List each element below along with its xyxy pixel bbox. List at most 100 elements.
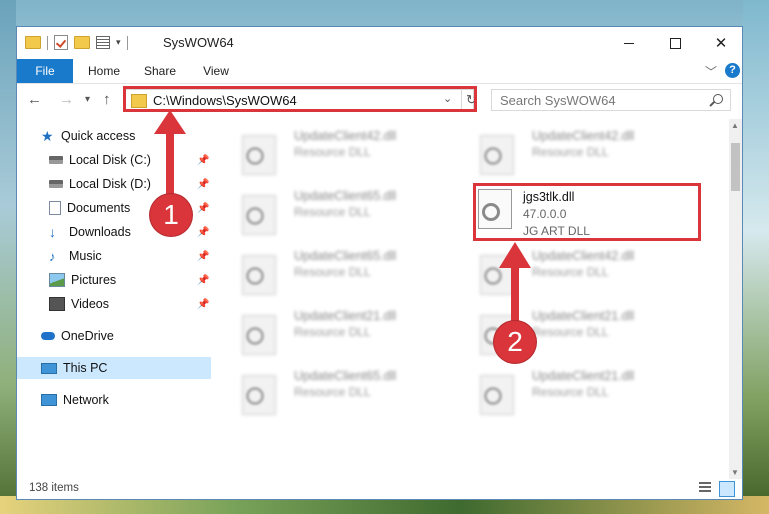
sidebar-item-label: Documents: [67, 201, 131, 215]
properties-check-icon[interactable]: [54, 35, 68, 50]
close-button[interactable]: ✕: [698, 27, 744, 59]
file-item[interactable]: UpdateClient65.dll Resource DLL: [232, 245, 442, 295]
minimize-button[interactable]: [606, 27, 652, 59]
tab-file[interactable]: File: [17, 59, 73, 83]
sidebar-item-label: Quick access: [61, 129, 136, 143]
videos-icon: [49, 297, 65, 311]
window-title: SysWOW64: [163, 35, 234, 50]
file-name: UpdateClient21.dll: [532, 309, 635, 323]
sidebar-item-this-pc[interactable]: This PC: [17, 357, 211, 379]
file-type: Resource DLL: [532, 265, 609, 279]
pin-icon[interactable]: 📌: [197, 275, 209, 286]
sidebar-item-label: Local Disk (C:): [69, 153, 151, 167]
desktop-background-right: [743, 0, 769, 514]
pin-icon[interactable]: 📌: [197, 227, 209, 238]
step-1-badge: 1: [150, 194, 192, 236]
tab-home[interactable]: Home: [79, 59, 129, 83]
expand-ribbon-icon[interactable]: ﹀: [705, 63, 717, 80]
disk-icon: [49, 156, 63, 164]
pin-icon[interactable]: 📌: [197, 299, 209, 310]
properties-icon[interactable]: [96, 36, 110, 49]
sidebar-item-local-disk-d[interactable]: Local Disk (D:) 📌: [49, 173, 211, 195]
network-icon: [41, 394, 57, 406]
maximize-button[interactable]: [652, 27, 698, 59]
file-explorer-window: ▾ SysWOW64 ✕ File Home Share View ﹀ ? ← …: [16, 26, 743, 500]
vertical-scrollbar[interactable]: ▲ ▼: [729, 119, 742, 479]
close-icon: ✕: [714, 35, 728, 52]
step-2-badge: 2: [494, 321, 536, 363]
sidebar-item-label: Videos: [71, 297, 109, 311]
item-count: 138 items: [29, 482, 79, 494]
gear-icon: [246, 267, 264, 285]
sidebar-item-label: Network: [63, 393, 109, 407]
separator: [126, 35, 128, 50]
pin-icon[interactable]: 📌: [197, 251, 209, 262]
sidebar-item-label: Local Disk (D:): [69, 177, 151, 191]
sidebar-item-onedrive[interactable]: OneDrive: [17, 325, 211, 347]
file-item[interactable]: UpdateClient21.dll Resource DLL: [470, 365, 680, 415]
sidebar-item-label: Music: [69, 249, 102, 263]
gear-icon: [484, 387, 502, 405]
refresh-icon[interactable]: ↻: [461, 90, 478, 110]
details-view-icon[interactable]: [699, 482, 711, 494]
file-name: UpdateClient65.dll: [294, 249, 397, 263]
status-bar: 138 items: [17, 479, 742, 499]
pin-icon[interactable]: 📌: [197, 203, 209, 214]
tab-view[interactable]: View: [193, 59, 239, 83]
sidebar-item-local-disk-c[interactable]: Local Disk (C:) 📌: [49, 149, 211, 171]
file-name: UpdateClient42.dll: [532, 249, 635, 263]
file-name: UpdateClient21.dll: [532, 369, 635, 383]
sidebar-item-videos[interactable]: Videos 📌: [49, 293, 211, 315]
file-name: UpdateClient42.dll: [294, 129, 397, 143]
sidebar-item-pictures[interactable]: Pictures 📌: [49, 269, 211, 291]
desktop-background-left: [0, 0, 16, 514]
sidebar-item-label: Downloads: [69, 225, 131, 239]
search-icon[interactable]: [713, 94, 723, 104]
file-type: Resource DLL: [532, 385, 609, 399]
address-path[interactable]: C:\Windows\SysWOW64: [153, 93, 297, 108]
sidebar-item-label: OneDrive: [61, 329, 114, 343]
download-icon: ↓: [49, 224, 56, 240]
sidebar-item-network[interactable]: Network: [17, 389, 211, 411]
scroll-down-arrow-icon[interactable]: ▼: [731, 468, 739, 477]
address-dropdown-icon[interactable]: ⌄: [443, 92, 452, 105]
file-type: Resource DLL: [294, 145, 371, 159]
file-type: Resource DLL: [532, 325, 609, 339]
pin-icon[interactable]: 📌: [197, 155, 209, 166]
new-folder-icon[interactable]: [74, 36, 90, 49]
forward-arrow-icon[interactable]: →: [59, 91, 74, 108]
file-item[interactable]: UpdateClient21.dll Resource DLL: [232, 305, 442, 355]
disk-icon: [49, 180, 63, 188]
gear-icon: [246, 387, 264, 405]
gear-icon: [246, 207, 264, 225]
scrollbar-thumb[interactable]: [731, 143, 740, 191]
quick-access-toolbar: ▾: [25, 35, 128, 50]
documents-icon: [49, 201, 61, 215]
search-input[interactable]: Search SysWOW64: [491, 89, 731, 111]
title-bar: ▾ SysWOW64 ✕: [17, 27, 742, 59]
file-item[interactable]: UpdateClient65.dll Resource DLL: [232, 185, 442, 235]
sidebar-item-quick-access[interactable]: ★ Quick access: [41, 125, 235, 147]
tab-share[interactable]: Share: [137, 59, 183, 83]
folder-icon: [131, 94, 147, 108]
file-item[interactable]: UpdateClient42.dll Resource DLL: [470, 125, 680, 175]
file-item[interactable]: UpdateClient42.dll Resource DLL: [470, 245, 680, 295]
customize-toolbar-icon[interactable]: ▾: [116, 37, 121, 48]
scroll-up-arrow-icon[interactable]: ▲: [731, 121, 739, 130]
file-type: Resource DLL: [532, 145, 609, 159]
recent-locations-icon[interactable]: ▾: [85, 94, 90, 105]
back-arrow-icon[interactable]: ←: [27, 91, 42, 108]
tiles-view-icon[interactable]: [719, 481, 735, 497]
file-item[interactable]: UpdateClient42.dll Resource DLL: [232, 125, 442, 175]
help-icon[interactable]: ?: [725, 63, 740, 78]
music-icon: ♪: [49, 248, 56, 264]
file-item[interactable]: UpdateClient65.dll Resource DLL: [232, 365, 442, 415]
sidebar-item-music[interactable]: ♪ Music 📌: [49, 245, 211, 267]
file-name: UpdateClient65.dll: [294, 369, 397, 383]
pc-icon: [41, 362, 57, 374]
up-arrow-icon[interactable]: ↑: [103, 91, 111, 108]
address-bar[interactable]: C:\Windows\SysWOW64 ⌄ ↻: [124, 89, 477, 111]
ribbon-tabs: File Home Share View ﹀ ?: [17, 59, 742, 84]
file-type: Resource DLL: [294, 385, 371, 399]
pin-icon[interactable]: 📌: [197, 179, 209, 190]
